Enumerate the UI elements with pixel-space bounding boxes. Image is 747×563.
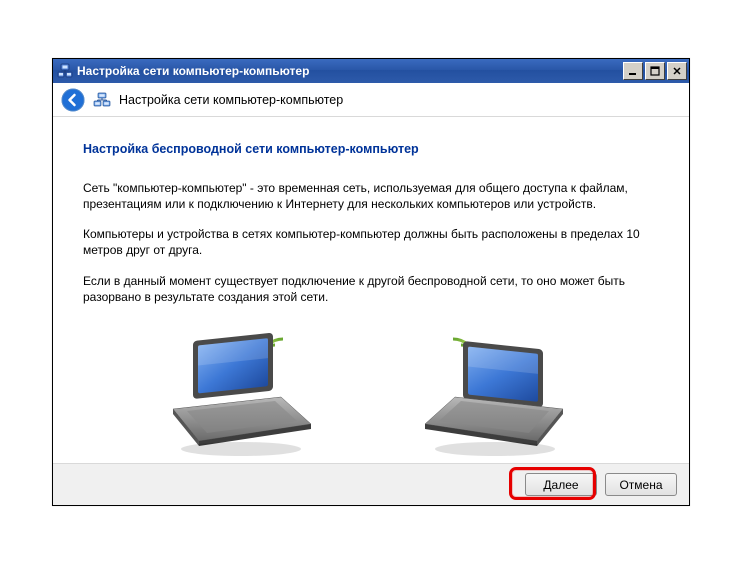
- illustration: [83, 319, 659, 459]
- minimize-button[interactable]: [623, 62, 643, 80]
- wizard-content: Настройка беспроводной сети компьютер-ко…: [53, 117, 689, 459]
- next-button[interactable]: Далее: [525, 473, 597, 496]
- description-paragraph-2: Компьютеры и устройства в сетях компьюте…: [83, 226, 659, 258]
- laptop-right-icon: [413, 329, 583, 463]
- close-button[interactable]: [667, 62, 687, 80]
- titlebar: Настройка сети компьютер-компьютер: [53, 59, 689, 83]
- wizard-title: Настройка сети компьютер-компьютер: [119, 93, 343, 107]
- laptop-left-icon: [153, 329, 323, 463]
- window-controls: [621, 62, 687, 80]
- wizard-header: Настройка сети компьютер-компьютер: [53, 83, 689, 117]
- description-paragraph-1: Сеть "компьютер-компьютер" - это временн…: [83, 180, 659, 212]
- wizard-footer: Далее Отмена: [53, 463, 689, 505]
- cancel-button[interactable]: Отмена: [605, 473, 677, 496]
- window-title: Настройка сети компьютер-компьютер: [77, 64, 621, 78]
- maximize-button[interactable]: [645, 62, 665, 80]
- wizard-window: Настройка сети компьютер-компьютер: [52, 58, 690, 506]
- back-button[interactable]: [61, 88, 85, 112]
- page-heading: Настройка беспроводной сети компьютер-ко…: [83, 141, 659, 158]
- app-icon: [57, 63, 73, 79]
- description-paragraph-3: Если в данный момент существует подключе…: [83, 273, 659, 305]
- network-icon: [93, 92, 111, 108]
